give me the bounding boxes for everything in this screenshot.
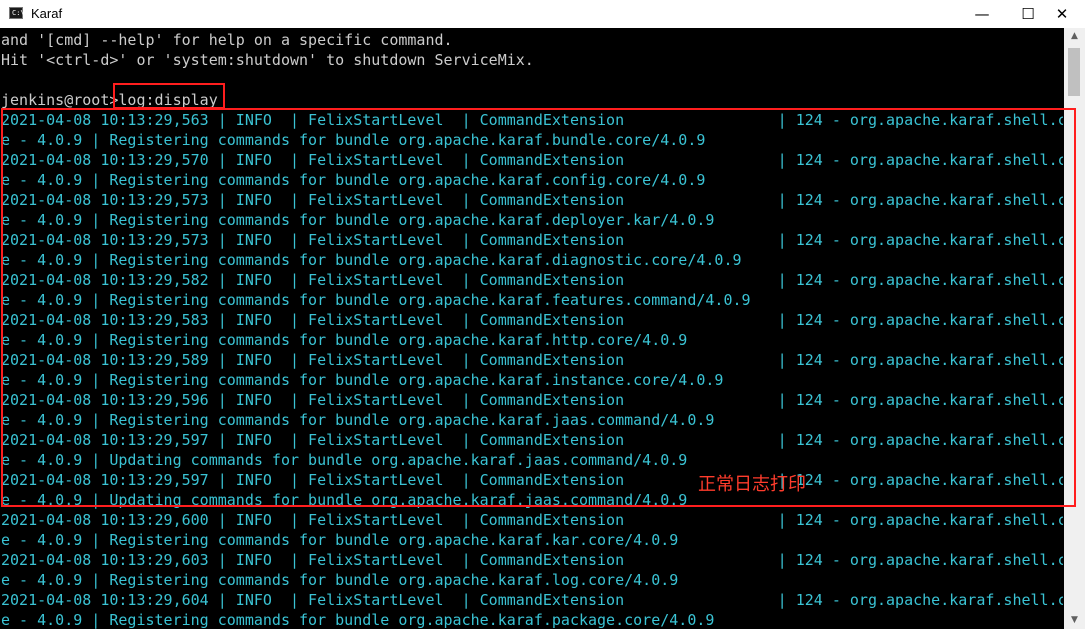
intro-line: Hit '<ctrl-d>' or 'system:shutdown' to s…	[1, 51, 534, 69]
log-line: e - 4.0.9 | Registering commands for bun…	[1, 611, 715, 629]
log-line: 2021-04-08 10:13:29,604 | INFO | FelixSt…	[1, 591, 1063, 609]
close-button[interactable]: ✕	[1039, 0, 1085, 28]
window-title: Karaf	[31, 6, 63, 21]
title-bar: C:\ Karaf — ☐ ✕	[0, 0, 1085, 28]
command-highlight-box	[113, 83, 225, 109]
scrollbar-thumb[interactable]	[1068, 48, 1080, 96]
intro-text: and '[cmd] --help' for help on a specifi…	[1, 30, 1063, 90]
log-line: e - 4.0.9 | Registering commands for bun…	[1, 531, 679, 549]
log-line: e - 4.0.9 | Registering commands for bun…	[1, 571, 679, 589]
prompt: jenkins@root>	[1, 91, 119, 109]
annotation-label: 正常日志打印	[698, 474, 806, 495]
log-line: 2021-04-08 10:13:29,600 | INFO | FelixSt…	[1, 511, 1063, 529]
minimize-button[interactable]: —	[959, 0, 1005, 28]
scroll-down-icon[interactable]: ▼	[1064, 612, 1085, 629]
scroll-up-icon[interactable]: ▲	[1064, 28, 1085, 45]
console-app-icon: C:\	[9, 7, 25, 19]
intro-line: and '[cmd] --help' for help on a specifi…	[1, 31, 453, 49]
log-highlight-box	[1, 108, 1076, 507]
log-line: 2021-04-08 10:13:29,603 | INFO | FelixSt…	[1, 551, 1063, 569]
